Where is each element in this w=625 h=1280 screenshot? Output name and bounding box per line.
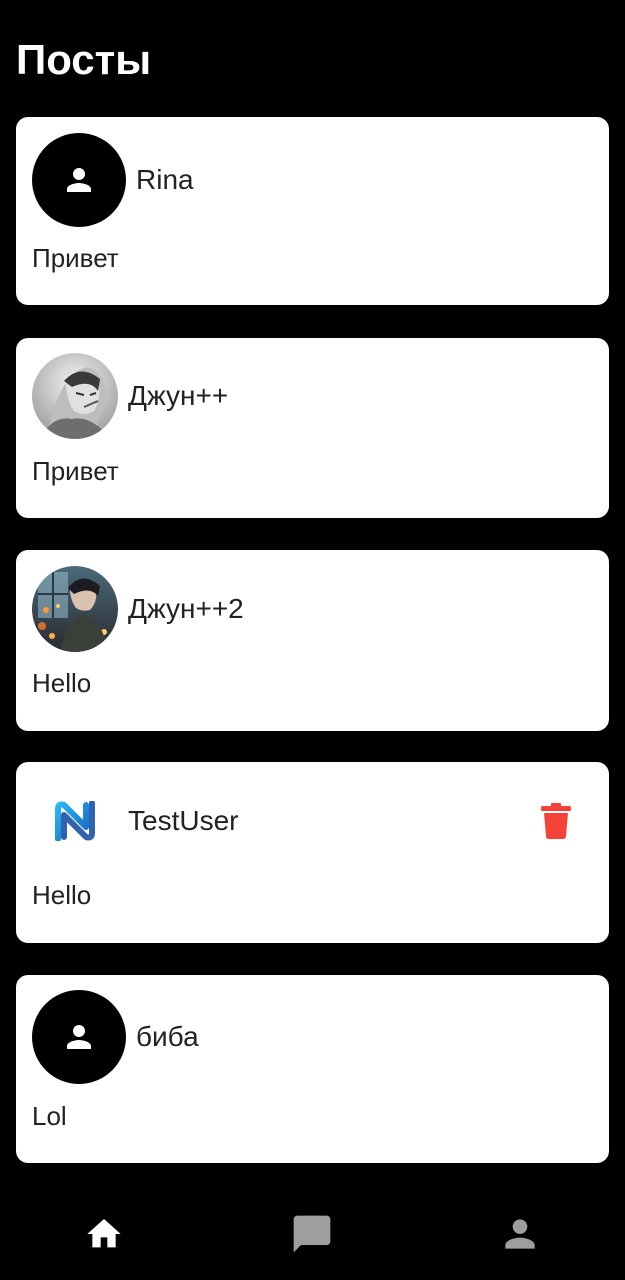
trash-icon (541, 803, 571, 839)
post-header: TestUser (32, 778, 593, 864)
post-text: Привет (32, 243, 119, 273)
person-icon (67, 1025, 91, 1049)
avatar[interactable] (32, 353, 118, 439)
grayscale-anime-photo-icon (32, 353, 118, 439)
bottom-navigation (0, 1180, 625, 1280)
post-text: Привет (32, 456, 119, 486)
post-card[interactable]: Джун++ Привет (16, 338, 609, 518)
post-text: Hello (32, 668, 92, 698)
avatar[interactable] (32, 133, 126, 227)
post-text: Hello (32, 880, 92, 910)
nav-chat-button[interactable] (290, 1212, 334, 1256)
nav-profile-button[interactable] (498, 1212, 542, 1256)
post-card[interactable]: TestUser Hello (16, 762, 609, 943)
post-header: Джун++2 (32, 566, 593, 652)
post-header: биба (32, 990, 593, 1084)
post-card[interactable]: Джун++2 Hello (16, 550, 609, 731)
person-icon (505, 1219, 535, 1249)
post-card[interactable]: Rina Привет (16, 117, 609, 305)
person-icon (67, 168, 91, 192)
nav-home-button[interactable] (82, 1212, 126, 1256)
post-card[interactable]: биба Lol (16, 975, 609, 1163)
post-header: Rina (32, 133, 593, 227)
anime-window-photo-icon (32, 566, 118, 652)
post-username[interactable]: Джун++ (128, 380, 228, 412)
page-title: Посты (16, 36, 152, 83)
avatar[interactable] (32, 990, 126, 1084)
post-text: Lol (32, 1101, 67, 1131)
delete-post-button[interactable] (541, 803, 571, 839)
avatar[interactable] (32, 566, 118, 652)
avatar[interactable] (32, 778, 118, 864)
post-username[interactable]: Rina (136, 164, 194, 196)
post-username[interactable]: биба (136, 1021, 199, 1053)
chat-icon (293, 1215, 331, 1253)
home-icon (87, 1219, 121, 1248)
post-header: Джун++ (32, 353, 593, 439)
post-username[interactable]: Джун++2 (128, 593, 244, 625)
post-username[interactable]: TestUser (128, 805, 238, 837)
n-logo-icon (55, 801, 95, 841)
